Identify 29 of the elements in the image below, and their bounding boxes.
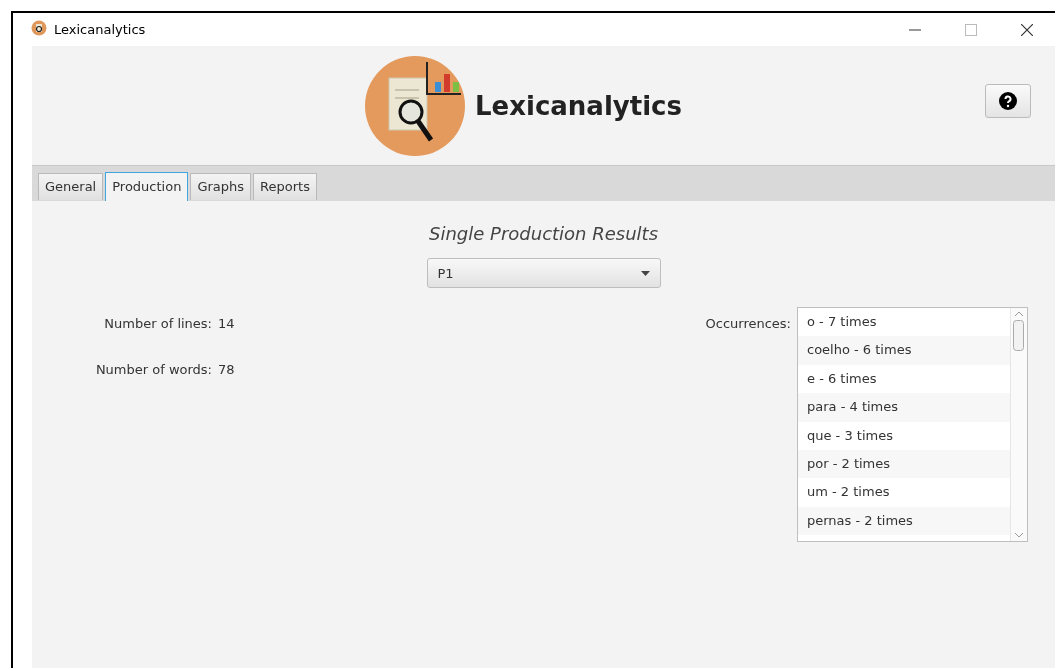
list-item[interactable]: por - 2 times: [798, 449, 1010, 479]
logo-icon: [365, 55, 467, 156]
list-item[interactable]: o - 7 times: [798, 308, 1010, 337]
section-title: Single Production Results: [427, 223, 660, 244]
app-icon: [31, 20, 47, 36]
production-dropdown[interactable]: P1: [426, 258, 661, 288]
list-item[interactable]: que - 3 times: [798, 421, 1010, 450]
help-button[interactable]: [985, 84, 1031, 118]
maximize-icon[interactable]: [965, 23, 977, 36]
tab[interactable]: General: [38, 173, 104, 200]
app-name: Lexicanalytics: [475, 90, 682, 121]
occurrences-list[interactable]: o - 7 times coelho - 6 times e - 6 times para - 4 times que - 3 times por - 2 times um - 2 times pernas - 2 times: [797, 307, 1028, 542]
list-item[interactable]: coelho - 6 times: [798, 336, 1010, 365]
tab[interactable]: Graphs: [190, 173, 252, 200]
close-icon[interactable]: [1021, 23, 1033, 36]
help-icon: [999, 92, 1017, 110]
stat-value: 78: [218, 362, 235, 377]
stat-label: Number of words:: [94, 362, 212, 377]
tab[interactable]: Reports: [253, 173, 317, 200]
list-item[interactable]: um - 2 times: [798, 478, 1010, 507]
list-item[interactable]: para - 4 times: [798, 393, 1010, 422]
window-title: Lexicanalytics: [54, 22, 147, 37]
list-item[interactable]: pernas - 2 times: [798, 506, 1010, 536]
list-item[interactable]: e - 6 times: [798, 364, 1010, 394]
stat-label: Number of lines:: [103, 316, 212, 331]
occurrences-label: Occurrences:: [705, 315, 791, 331]
tab[interactable]: Production: [105, 172, 189, 201]
caret-icon: [640, 270, 650, 276]
stat-value: 14: [218, 316, 235, 331]
